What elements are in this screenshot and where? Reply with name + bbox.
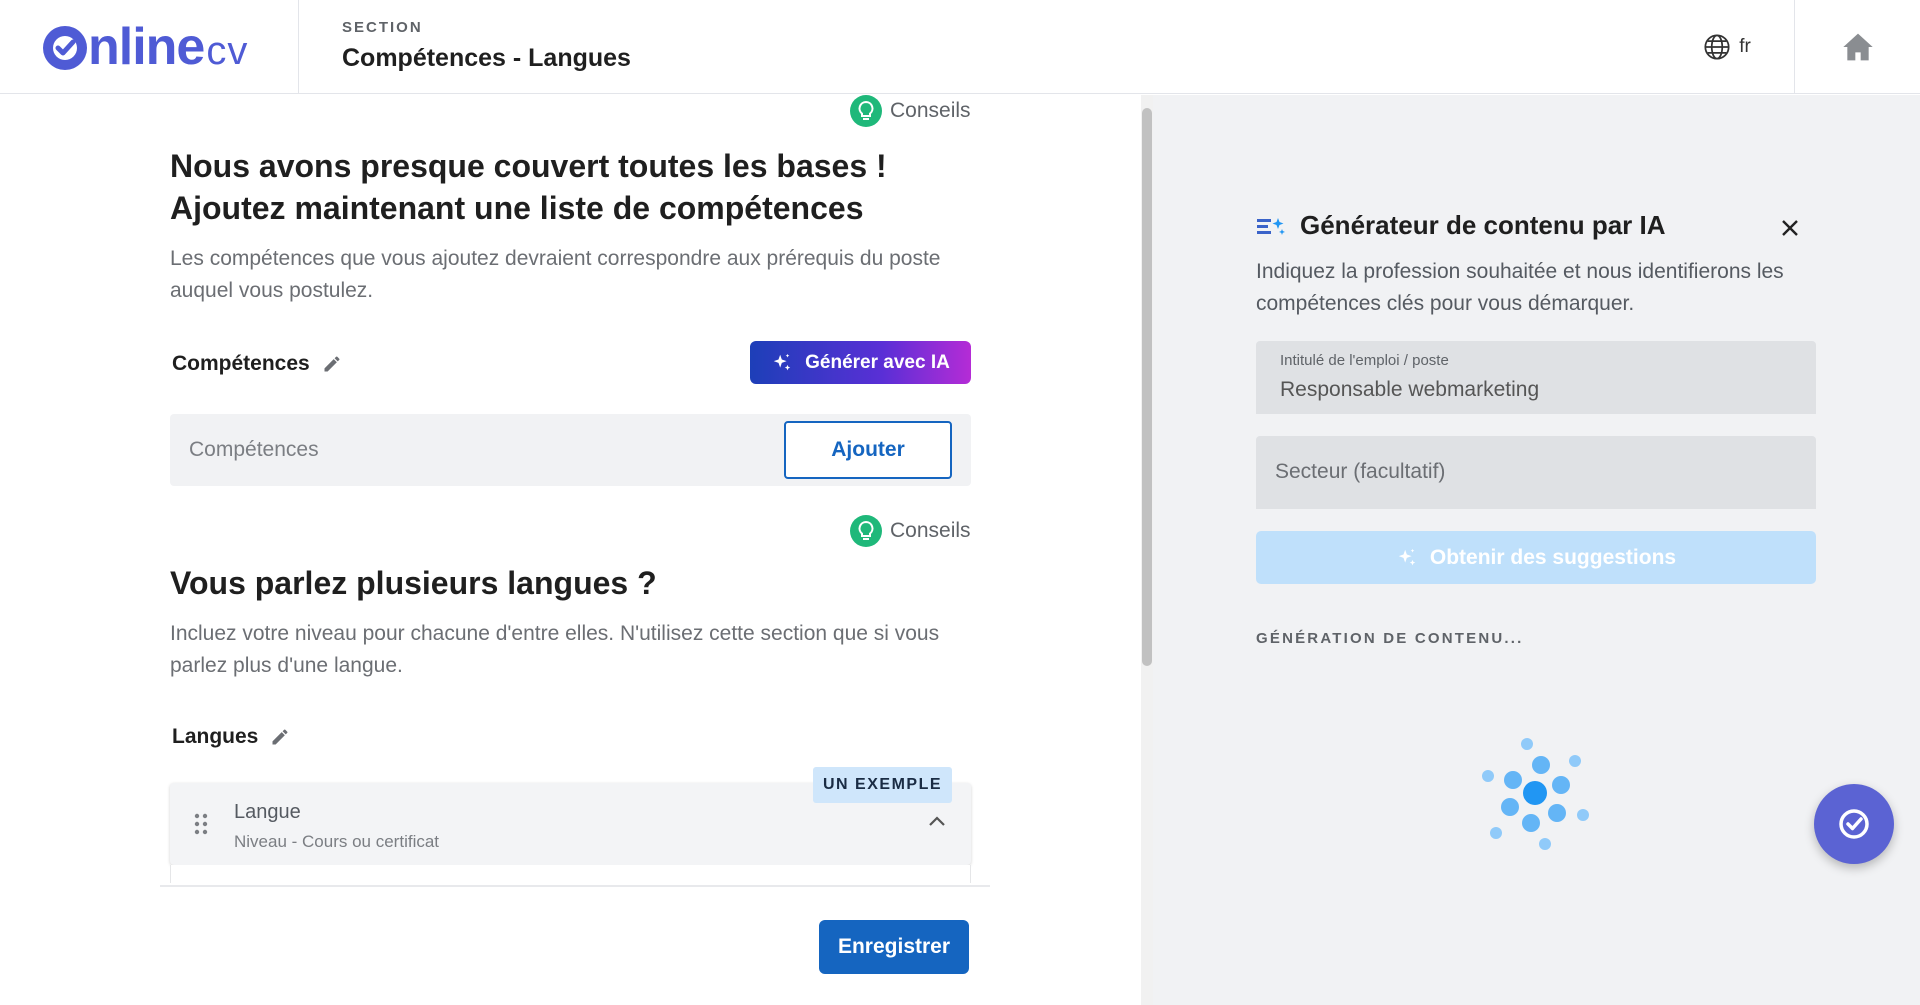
section-info: SECTION Compétences - Langues [299,0,1660,93]
tips-label: Conseils [890,519,971,542]
scrollbar-thumb[interactable] [1142,108,1152,666]
job-title-field[interactable]: Intitulé de l'emploi / poste Responsable… [1256,341,1816,414]
skills-heading: Nous avons presque couvert toutes les ba… [170,145,971,229]
skills-field-label: Compétences [172,352,342,376]
generate-ai-label: Générer avec IA [805,351,950,373]
ai-text-icon [1257,217,1285,235]
languages-description: Incluez votre niveau pour chacune d'entr… [170,622,940,677]
home-button[interactable] [1795,0,1920,93]
ai-panel-description: Indiquez la profession souhaitée et nous… [1256,260,1784,315]
skills-section: Nous avons presque couvert toutes les ba… [170,145,971,307]
skills-heading-line1: Nous avons presque couvert toutes les ba… [170,148,887,184]
skills-heading-line2: Ajoutez maintenant une liste de compéten… [170,190,864,226]
ai-panel-title: Générateur de contenu par IA [1256,210,1666,241]
logo-check-icon [43,26,87,70]
section-label: SECTION [342,19,423,36]
check-circle-icon [1839,809,1869,839]
logo-text: nline [88,18,205,76]
page-title: Compétences - Langues [342,44,631,72]
languages-field-label: Langues [172,725,290,749]
pencil-icon[interactable] [322,354,342,374]
loading-spinner-icon [1482,738,1589,850]
language-card-subtitle: Niveau - Cours ou certificat [234,832,440,851]
lightbulb-icon [850,95,882,127]
get-suggestions-button[interactable]: Obtenir des suggestions [1256,531,1816,584]
get-suggestions-label: Obtenir des suggestions [1429,545,1677,569]
logo-area[interactable]: nline cv [0,0,299,94]
pencil-icon[interactable] [270,727,290,747]
generate-ai-button[interactable]: Générer avec IA [750,341,971,384]
language-selector[interactable]: fr [1660,0,1795,93]
logo-suffix: cv [206,29,249,73]
skill-input-row: Ajouter [170,414,971,486]
tips-link-languages[interactable]: Conseils [850,515,971,547]
sector-placeholder: Secteur (facultatif) [1275,460,1446,483]
languages-section: Vous parlez plusieurs langues ? Incluez … [170,562,971,682]
onlinecv-logo[interactable]: nline cv [43,17,248,77]
skill-input[interactable] [189,414,749,486]
sector-field[interactable]: Secteur (facultatif) [1256,436,1816,509]
ai-panel-title-text: Générateur de contenu par IA [1300,210,1666,240]
drag-handle-icon[interactable] [194,813,208,835]
lightbulb-icon [850,515,882,547]
languages-label-text: Langues [172,725,259,748]
example-badge: UN EXEMPLE [813,767,953,803]
globe-icon [1704,33,1730,60]
languages-heading: Vous parlez plusieurs langues ? [170,565,657,601]
editor-panel: Conseils Nous avons presque couvert tout… [0,95,1141,1005]
skills-description: Les compétences que vous ajoutez devraie… [170,247,941,302]
app-header: nline cv SECTION Compétences - Langues f… [0,0,1920,94]
sparkle-icon [1398,548,1416,565]
language-code: fr [1739,35,1751,57]
home-icon [1842,33,1873,60]
close-icon [1782,220,1798,236]
tips-label: Conseils [890,99,971,122]
skills-label-text: Compétences [172,352,310,375]
save-button[interactable]: Enregistrer [819,920,969,974]
job-title-label: Intitulé de l'emploi / poste [1280,352,1449,369]
divider [160,885,990,887]
ai-generator-panel: Générateur de contenu par IA Indiquez la… [1153,95,1920,1005]
language-card-body [170,865,971,883]
generation-status: GÉNÉRATION DE CONTENU... [1256,630,1524,647]
chevron-up-icon[interactable] [928,815,946,827]
tips-link-skills[interactable]: Conseils [850,95,971,127]
language-card-title: Langue [234,801,301,823]
onlinecv-fab-button[interactable] [1814,784,1894,864]
add-skill-button[interactable]: Ajouter [784,421,952,479]
sparkle-icon [773,353,791,370]
job-title-value: Responsable webmarketing [1280,378,1540,401]
close-panel-button[interactable] [1775,213,1805,243]
